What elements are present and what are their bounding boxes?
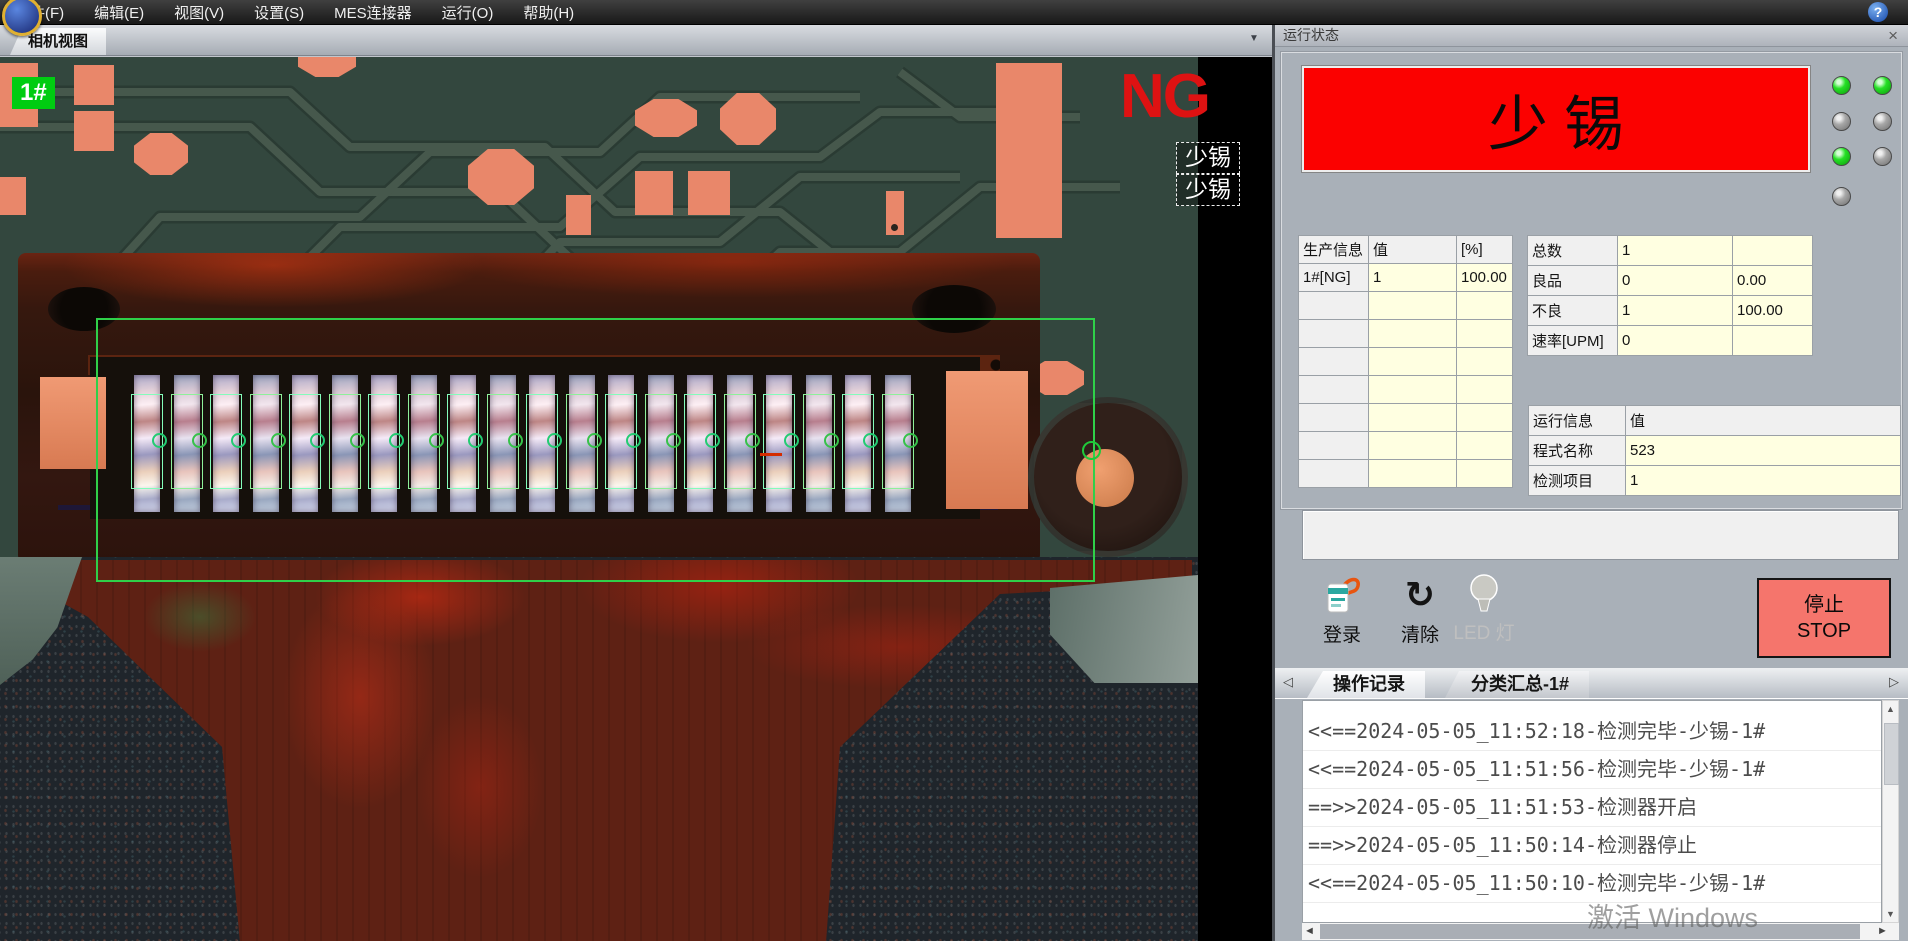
status-light: [1832, 76, 1851, 95]
log-entry[interactable]: ==>>2024-05-05_11:51:53-检测器开启: [1303, 789, 1881, 827]
menu-view[interactable]: 视图(V): [159, 2, 239, 23]
table-row: 速率[UPM]0: [1528, 326, 1813, 356]
table-row: 程式名称523: [1529, 436, 1901, 466]
station-label: 1#: [12, 77, 55, 109]
pcb-pad: [566, 195, 591, 235]
message-box: [1302, 510, 1899, 560]
scroll-down-icon[interactable]: ▼: [1883, 906, 1898, 922]
status-light: [1873, 76, 1892, 95]
pcb-pad: [688, 171, 730, 215]
log-entry[interactable]: <<==2024-05-05_11:52:18-检测完毕-少锡-1#: [1303, 713, 1881, 751]
table-row: [1299, 460, 1513, 488]
table-row: [1299, 432, 1513, 460]
pcb-pad: [996, 63, 1062, 238]
horizontal-scrollbar-thumb[interactable]: [1320, 924, 1860, 939]
badge-icon: [1305, 574, 1379, 618]
run-status-panel: 运行状态 × 少锡 生产信息值[%] 1#[NG]1100.00: [1275, 24, 1908, 941]
operation-log-list[interactable]: <<==2024-05-05_11:52:18-检测完毕-少锡-1# <<==2…: [1302, 700, 1882, 923]
alert-banner: 少锡: [1302, 66, 1810, 172]
log-tab-bar: ◁ 操作记录 分类汇总-1# ▷: [1275, 668, 1908, 699]
log-entry[interactable]: ==>>2024-05-05_11:50:14-检测器停止: [1303, 827, 1881, 865]
tab-scroll-left-icon[interactable]: ◁: [1283, 674, 1293, 690]
refresh-icon: ↻: [1405, 576, 1435, 616]
table-row: [1299, 320, 1513, 348]
menu-edit[interactable]: 编辑(E): [79, 2, 159, 23]
pcb-pad: [635, 171, 673, 215]
tab-dropdown-icon[interactable]: ▼: [1242, 30, 1266, 48]
login-button[interactable]: 登录: [1305, 574, 1379, 647]
bulb-icon: [1447, 572, 1521, 616]
clear-button[interactable]: ↻ 清除: [1383, 574, 1457, 647]
status-light: [1832, 112, 1851, 131]
table-row: [1299, 348, 1513, 376]
close-icon[interactable]: ×: [1888, 24, 1898, 47]
defect-label: 少锡: [1176, 142, 1240, 174]
status-light: [1832, 187, 1851, 206]
menu-bar: 文件(F) 编辑(E) 视图(V) 设置(S) MES连接器 运行(O) 帮助(…: [0, 0, 1908, 25]
vertical-scrollbar-thumb[interactable]: [1884, 723, 1899, 785]
table-row: 总数1: [1528, 236, 1813, 266]
menu-settings[interactable]: 设置(S): [239, 2, 319, 23]
table-row: 检测项目1: [1529, 466, 1901, 496]
help-icon[interactable]: ?: [1868, 2, 1888, 22]
defect-label-list: 少锡 少锡: [1176, 142, 1240, 206]
production-table: 生产信息值[%] 1#[NG]1100.00: [1298, 235, 1513, 488]
app-window: 文件(F) 编辑(E) 视图(V) 设置(S) MES连接器 运行(O) 帮助(…: [0, 0, 1908, 941]
tab-classification-summary[interactable]: 分类汇总-1#: [1445, 671, 1589, 698]
horizontal-scrollbar[interactable]: ◄ ►: [1302, 923, 1899, 940]
panel-title-bar: 运行状态 ×: [1275, 24, 1908, 47]
pcb-pad: [74, 111, 114, 151]
scroll-right-icon[interactable]: ►: [1877, 923, 1888, 940]
roi-marker-icon: [1082, 441, 1101, 460]
pcb-pad: [74, 65, 114, 105]
tab-scroll-right-icon[interactable]: ▷: [1889, 674, 1899, 690]
run-info-table: 运行信息值 程式名称523 检测项目1: [1528, 405, 1901, 496]
camera-view[interactable]: 1# NG 少锡 少锡: [0, 55, 1272, 941]
stats-table: 总数1 良品00.00 不良1100.00 速率[UPM]0: [1527, 235, 1813, 356]
status-light: [1873, 147, 1892, 166]
status-light: [1873, 112, 1892, 131]
scroll-up-icon[interactable]: ▲: [1883, 701, 1898, 717]
inspection-roi-rect: [96, 318, 1095, 582]
menu-run[interactable]: 运行(O): [427, 2, 509, 23]
stop-button[interactable]: 停止 STOP: [1757, 578, 1891, 658]
table-row: 良品00.00: [1528, 266, 1813, 296]
defect-label: 少锡: [1176, 174, 1240, 206]
led-light-button[interactable]: LED 灯: [1447, 572, 1521, 645]
table-row: 不良1100.00: [1528, 296, 1813, 326]
tab-operation-log[interactable]: 操作记录: [1307, 671, 1425, 698]
panel-title: 运行状态: [1283, 27, 1339, 43]
view-tab-bar: 相机视图 ▼: [0, 24, 1272, 56]
table-row: 1#[NG]1100.00: [1299, 264, 1513, 292]
pcb-pad: [720, 93, 776, 145]
status-light: [1832, 147, 1851, 166]
scroll-left-icon[interactable]: ◄: [1304, 923, 1315, 940]
table-row: [1299, 292, 1513, 320]
alert-text: 少锡: [1472, 76, 1640, 163]
vertical-scrollbar[interactable]: ▲ ▼: [1882, 700, 1899, 923]
pcb-pad: [0, 177, 26, 215]
table-row: [1299, 376, 1513, 404]
pcb-pad: [886, 191, 904, 235]
log-entry[interactable]: <<==2024-05-05_11:51:56-检测完毕-少锡-1#: [1303, 751, 1881, 789]
menu-help[interactable]: 帮助(H): [508, 2, 589, 23]
pcb-image: [0, 57, 1198, 941]
menu-mes-connector[interactable]: MES连接器: [319, 2, 427, 23]
log-entry[interactable]: <<==2024-05-05_11:50:10-检测完毕-少锡-1#: [1303, 865, 1881, 903]
pcb-pad: [134, 133, 188, 175]
inspection-result-text: NG: [1120, 61, 1209, 132]
table-row: [1299, 404, 1513, 432]
